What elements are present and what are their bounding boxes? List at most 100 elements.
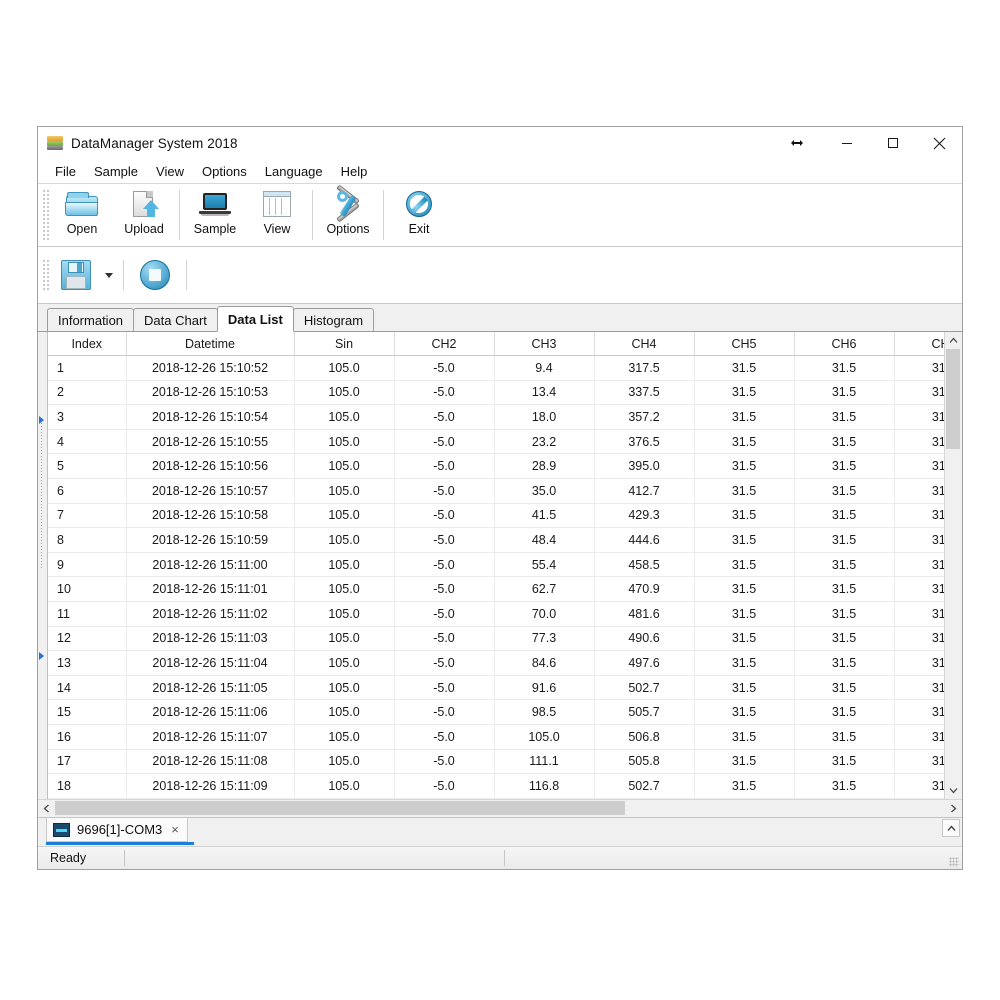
table-row[interactable]: 172018-12-26 15:11:08105.0-5.0111.1505.8… <box>48 749 944 774</box>
close-button[interactable] <box>916 127 962 159</box>
gutter-marker[interactable] <box>39 416 44 424</box>
table-row[interactable]: 102018-12-26 15:11:01105.0-5.062.7470.93… <box>48 577 944 602</box>
horizontal-scrollbar[interactable] <box>38 799 962 817</box>
scroll-down-icon[interactable] <box>945 782 962 799</box>
document-tab-scroll-up-icon[interactable] <box>942 819 960 837</box>
table-row[interactable]: 52018-12-26 15:10:56105.0-5.028.9395.031… <box>48 454 944 479</box>
document-tab-close-icon[interactable]: × <box>171 822 179 837</box>
column-header-sin[interactable]: Sin <box>294 332 394 356</box>
table-cell-sin: 105.0 <box>294 601 394 626</box>
gutter-marker[interactable] <box>39 652 44 660</box>
toolbar-grip[interactable] <box>41 188 49 242</box>
resize-grip-icon[interactable] <box>949 857 959 867</box>
table-row[interactable]: 42018-12-26 15:10:55105.0-5.023.2376.531… <box>48 429 944 454</box>
table-cell-ch7: 31.5 <box>894 749 944 774</box>
horizontal-scroll-thumb[interactable] <box>55 801 625 815</box>
table-cell-ch4: 502.7 <box>594 774 694 799</box>
table-cell-ch3: 13.4 <box>494 380 594 405</box>
table-cell-ch6: 31.5 <box>794 552 894 577</box>
horizontal-scroll-track[interactable] <box>55 800 945 817</box>
sample-button[interactable]: Sample <box>184 184 246 246</box>
upload-icon <box>127 189 161 221</box>
table-cell-sin: 105.0 <box>294 552 394 577</box>
table-row[interactable]: 32018-12-26 15:10:54105.0-5.018.0357.231… <box>48 405 944 430</box>
vertical-scrollbar[interactable] <box>944 332 962 799</box>
column-header-ch4[interactable]: CH4 <box>594 332 694 356</box>
table-cell-ch7: 31.5 <box>894 528 944 553</box>
column-header-ch7[interactable]: CH7 <box>894 332 944 356</box>
menu-view[interactable]: View <box>147 162 193 181</box>
tab-data-list[interactable]: Data List <box>217 306 294 332</box>
table-row[interactable]: 72018-12-26 15:10:58105.0-5.041.5429.331… <box>48 503 944 528</box>
tab-information[interactable]: Information <box>47 308 134 331</box>
table-row[interactable]: 22018-12-26 15:10:53105.0-5.013.4337.531… <box>48 380 944 405</box>
vertical-scroll-track[interactable] <box>945 349 962 782</box>
column-header-ch6[interactable]: CH6 <box>794 332 894 356</box>
table-cell-datetime: 2018-12-26 15:10:54 <box>126 405 294 430</box>
menu-file[interactable]: File <box>46 162 85 181</box>
column-header-ch5[interactable]: CH5 <box>694 332 794 356</box>
table-cell-ch7: 31.5 <box>894 454 944 479</box>
options-button[interactable]: Options <box>317 184 379 246</box>
secondary-toolbar-grip[interactable] <box>41 258 49 292</box>
document-tab-9696-com3[interactable]: 9696[1]-COM3 × <box>46 818 188 842</box>
table-row[interactable]: 152018-12-26 15:11:06105.0-5.098.5505.73… <box>48 700 944 725</box>
table-row[interactable]: 92018-12-26 15:11:00105.0-5.055.4458.531… <box>48 552 944 577</box>
open-button[interactable]: Open <box>51 184 113 246</box>
column-header-datetime[interactable]: Datetime <box>126 332 294 356</box>
data-list-panel: Index Datetime Sin CH2 CH3 CH4 CH5 CH6 C… <box>38 332 962 817</box>
table-cell-ch7: 31.5 <box>894 380 944 405</box>
table-cell-ch5: 31.5 <box>694 552 794 577</box>
menu-sample[interactable]: Sample <box>85 162 147 181</box>
table-row[interactable]: 122018-12-26 15:11:03105.0-5.077.3490.63… <box>48 626 944 651</box>
table-cell-ch6: 31.5 <box>794 356 894 381</box>
column-header-ch3[interactable]: CH3 <box>494 332 594 356</box>
save-dropdown-button[interactable] <box>101 253 117 297</box>
exit-button[interactable]: Exit <box>388 184 450 246</box>
table-row[interactable]: 82018-12-26 15:10:59105.0-5.048.4444.631… <box>48 528 944 553</box>
maximize-button[interactable] <box>870 127 916 159</box>
table-cell-index: 7 <box>48 503 126 528</box>
table-cell-ch4: 497.6 <box>594 798 694 799</box>
table-cell-ch3: 48.4 <box>494 528 594 553</box>
menu-options[interactable]: Options <box>193 162 256 181</box>
table-cell-datetime: 2018-12-26 15:11:06 <box>126 700 294 725</box>
resize-horizontal-icon[interactable] <box>770 127 824 159</box>
status-text: Ready <box>38 851 86 865</box>
table-cell-datetime: 2018-12-26 15:10:56 <box>126 454 294 479</box>
menu-help[interactable]: Help <box>332 162 377 181</box>
column-header-ch2[interactable]: CH2 <box>394 332 494 356</box>
table-cell-ch2: -5.0 <box>394 528 494 553</box>
table-cell-datetime: 2018-12-26 15:11:09 <box>126 774 294 799</box>
table-cell-sin: 105.0 <box>294 528 394 553</box>
table-cell-sin: 105.0 <box>294 675 394 700</box>
minimize-button[interactable] <box>824 127 870 159</box>
tab-histogram[interactable]: Histogram <box>293 308 374 331</box>
table-row[interactable]: 192018-12-26 15:11:10105.0-5.0122.0497.6… <box>48 798 944 799</box>
table-cell-ch2: -5.0 <box>394 429 494 454</box>
table-cell-ch3: 18.0 <box>494 405 594 430</box>
column-header-index[interactable]: Index <box>48 332 126 356</box>
table-cell-ch5: 31.5 <box>694 577 794 602</box>
upload-button[interactable]: Upload <box>113 184 175 246</box>
table-cell-sin: 105.0 <box>294 651 394 676</box>
table-row[interactable]: 112018-12-26 15:11:02105.0-5.070.0481.63… <box>48 601 944 626</box>
table-row[interactable]: 182018-12-26 15:11:09105.0-5.0116.8502.7… <box>48 774 944 799</box>
save-button[interactable] <box>51 253 101 297</box>
scroll-left-icon[interactable] <box>38 800 55 817</box>
scroll-right-icon[interactable] <box>945 800 962 817</box>
table-cell-ch4: 497.6 <box>594 651 694 676</box>
status-divider <box>504 850 505 866</box>
table-cell-index: 11 <box>48 601 126 626</box>
table-row[interactable]: 142018-12-26 15:11:05105.0-5.091.6502.73… <box>48 675 944 700</box>
stop-button[interactable] <box>130 253 180 297</box>
table-row[interactable]: 62018-12-26 15:10:57105.0-5.035.0412.731… <box>48 478 944 503</box>
vertical-scroll-thumb[interactable] <box>946 349 960 449</box>
tab-data-chart[interactable]: Data Chart <box>133 308 218 331</box>
table-row[interactable]: 132018-12-26 15:11:04105.0-5.084.6497.63… <box>48 651 944 676</box>
table-row[interactable]: 12018-12-26 15:10:52105.0-5.09.4317.531.… <box>48 356 944 381</box>
view-button[interactable]: View <box>246 184 308 246</box>
menu-language[interactable]: Language <box>256 162 332 181</box>
table-row[interactable]: 162018-12-26 15:11:07105.0-5.0105.0506.8… <box>48 724 944 749</box>
scroll-up-icon[interactable] <box>945 332 962 349</box>
